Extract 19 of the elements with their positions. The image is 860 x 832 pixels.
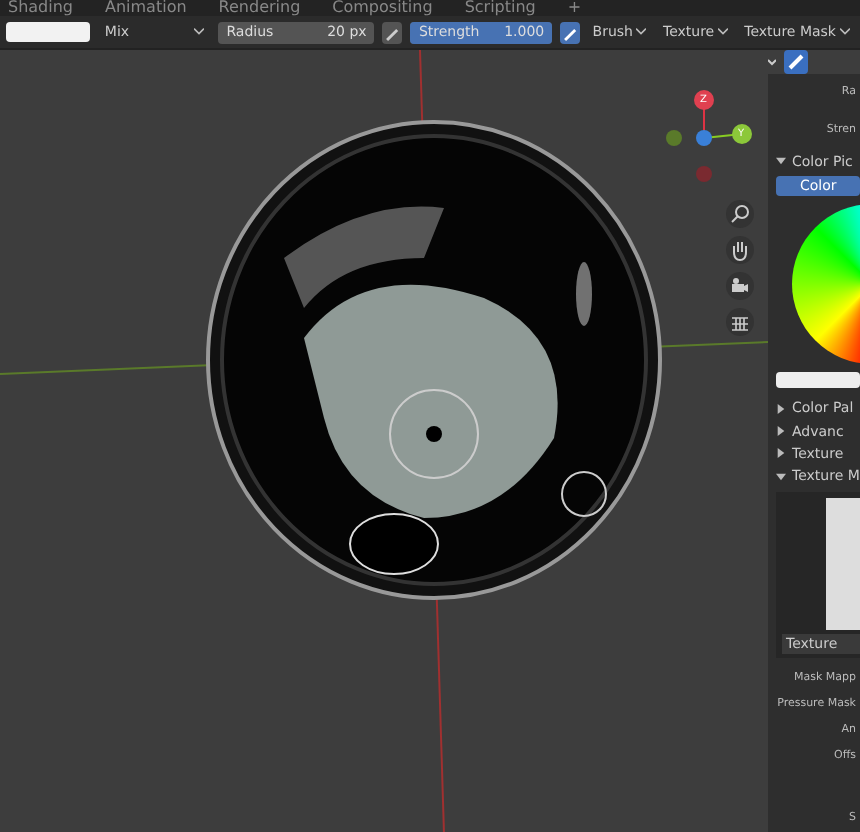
add-workspace-button[interactable]: + xyxy=(567,0,582,16)
pressure-pen-icon[interactable] xyxy=(560,21,581,43)
hand-icon[interactable] xyxy=(726,236,754,264)
brush-icon[interactable] xyxy=(784,50,808,74)
workspace-tab[interactable]: Compositing xyxy=(332,0,433,16)
workspace-tab[interactable]: Shading xyxy=(8,0,73,16)
caret-icon xyxy=(718,28,729,36)
value-bar[interactable] xyxy=(776,372,860,389)
caret-icon xyxy=(636,28,647,36)
pressure-pen-icon[interactable] xyxy=(382,21,403,43)
workspace-tab[interactable]: Rendering xyxy=(218,0,301,16)
grid-icon[interactable] xyxy=(726,308,754,336)
camera-icon[interactable] xyxy=(726,272,754,300)
zoom-icon[interactable] xyxy=(726,200,754,228)
color-swatch[interactable] xyxy=(6,22,91,42)
caret-icon xyxy=(840,28,850,36)
caret-icon xyxy=(194,28,205,36)
workspace-tab[interactable]: Scripting xyxy=(464,0,536,16)
workspace-tab[interactable]: Animation xyxy=(105,0,187,16)
